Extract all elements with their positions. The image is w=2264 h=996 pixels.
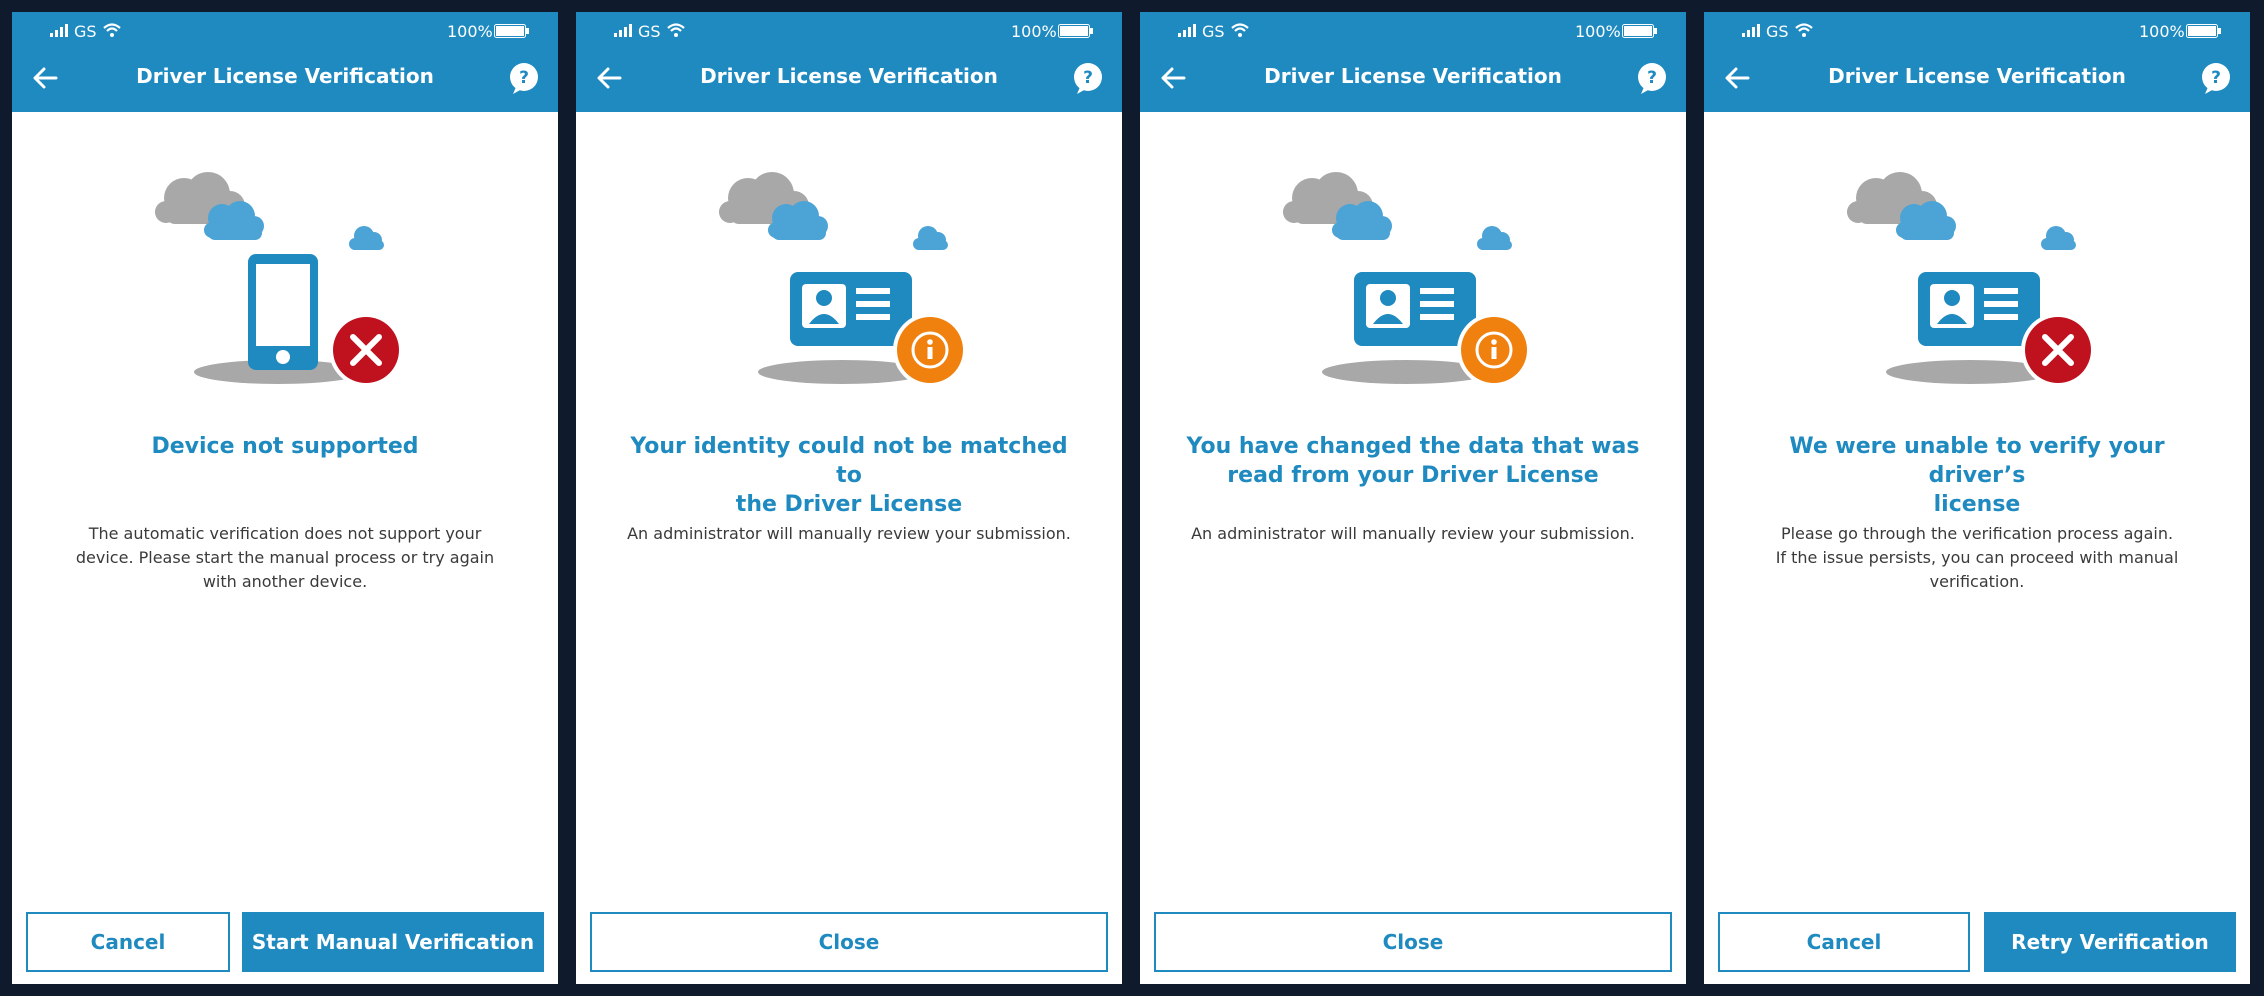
svg-text:?: ? bbox=[1647, 68, 1657, 88]
app-bar: GS 100% Driver License Verification ? bbox=[1704, 12, 2250, 112]
close-button[interactable]: Close bbox=[590, 912, 1108, 972]
svg-text:?: ? bbox=[2211, 68, 2221, 88]
id-card-icon bbox=[1918, 272, 2040, 346]
start-manual-verification-button[interactable]: Start Manual Verification bbox=[242, 912, 544, 972]
cancel-button[interactable]: Cancel bbox=[26, 912, 230, 972]
battery-icon bbox=[1058, 24, 1093, 38]
id-card-icon bbox=[790, 272, 912, 346]
help-icon[interactable]: ? bbox=[2200, 62, 2232, 96]
cloud-icon bbox=[2041, 226, 2076, 250]
screen-data-changed: GS 100% Driver License Verification ? Yo… bbox=[1140, 12, 1686, 984]
wifi-icon bbox=[1795, 23, 1813, 37]
help-icon[interactable]: ? bbox=[508, 62, 540, 96]
status-headline: We were unable to verify your driver’s l… bbox=[1789, 434, 2165, 517]
cloud-icon bbox=[1477, 226, 1512, 250]
cancel-button[interactable]: Cancel bbox=[1718, 912, 1970, 972]
status-headline: Your identity could not be matched to th… bbox=[630, 434, 1068, 517]
cloud-icon bbox=[913, 226, 948, 250]
close-button[interactable]: Close bbox=[1154, 912, 1672, 972]
svg-text:?: ? bbox=[1083, 68, 1093, 88]
help-icon[interactable]: ? bbox=[1636, 62, 1668, 96]
cloud-icon bbox=[349, 226, 384, 250]
screen-unable-to-verify: GS 100% Driver License Verification ? We… bbox=[1704, 12, 2250, 984]
wifi-icon bbox=[667, 23, 685, 37]
signal-icon bbox=[614, 24, 632, 37]
signal-icon bbox=[50, 24, 68, 37]
status-message: An administrator will manually review yo… bbox=[627, 524, 1071, 543]
identity-not-matched-illustration bbox=[719, 172, 967, 387]
status-bar: GS 100% bbox=[1140, 12, 1686, 52]
info-badge-icon bbox=[893, 313, 967, 387]
battery-percent: 100% bbox=[2139, 22, 2185, 41]
unable-to-verify-illustration bbox=[1847, 172, 2095, 387]
svg-text:?: ? bbox=[519, 68, 529, 88]
page-title: Driver License Verification bbox=[700, 64, 998, 88]
app-bar: GS 100% Driver License Verification ? bbox=[1140, 12, 1686, 112]
status-bar: GS 100% bbox=[576, 12, 1122, 52]
battery-percent: 100% bbox=[1011, 22, 1057, 41]
error-badge-icon bbox=[2021, 313, 2095, 387]
app-bar: GS 100% Driver License Verification ? bbox=[12, 12, 558, 112]
status-message: Please go through the verification proce… bbox=[1775, 524, 2179, 591]
page-title: Driver License Verification bbox=[1828, 64, 2126, 88]
status-message: The automatic verification does not supp… bbox=[75, 524, 495, 591]
data-changed-illustration bbox=[1283, 172, 1531, 387]
status-headline: Device not supported bbox=[151, 434, 419, 459]
carrier-label: GS bbox=[1766, 22, 1789, 41]
retry-verification-button[interactable]: Retry Verification bbox=[1984, 912, 2236, 972]
carrier-label: GS bbox=[1202, 22, 1225, 41]
carrier-label: GS bbox=[74, 22, 97, 41]
status-bar: GS 100% bbox=[12, 12, 558, 52]
page-title: Driver License Verification bbox=[1264, 64, 1562, 88]
signal-icon bbox=[1742, 24, 1760, 37]
battery-percent: 100% bbox=[447, 22, 493, 41]
signal-icon bbox=[1178, 24, 1196, 37]
status-message: An administrator will manually review yo… bbox=[1191, 524, 1635, 543]
info-badge-icon bbox=[1457, 313, 1531, 387]
page-title: Driver License Verification bbox=[136, 64, 434, 88]
status-bar: GS 100% bbox=[1704, 12, 2250, 52]
screen-device-not-supported: GS 100% Driver License Verification ? De… bbox=[12, 12, 558, 984]
wifi-icon bbox=[1231, 23, 1249, 37]
battery-icon bbox=[1622, 24, 1657, 38]
battery-percent: 100% bbox=[1575, 22, 1621, 41]
carrier-label: GS bbox=[638, 22, 661, 41]
device-not-supported-illustration bbox=[155, 172, 403, 387]
screen-identity-not-matched: GS 100% Driver License Verification ? Yo… bbox=[576, 12, 1122, 984]
battery-icon bbox=[2186, 24, 2221, 38]
battery-icon bbox=[494, 24, 529, 38]
status-headline: You have changed the data that was read … bbox=[1186, 434, 1640, 488]
wifi-icon bbox=[103, 23, 121, 37]
help-icon[interactable]: ? bbox=[1072, 62, 1104, 96]
app-bar: GS 100% Driver License Verification ? bbox=[576, 12, 1122, 112]
error-badge-icon bbox=[329, 313, 403, 387]
id-card-icon bbox=[1354, 272, 1476, 346]
phone-icon bbox=[248, 254, 318, 370]
